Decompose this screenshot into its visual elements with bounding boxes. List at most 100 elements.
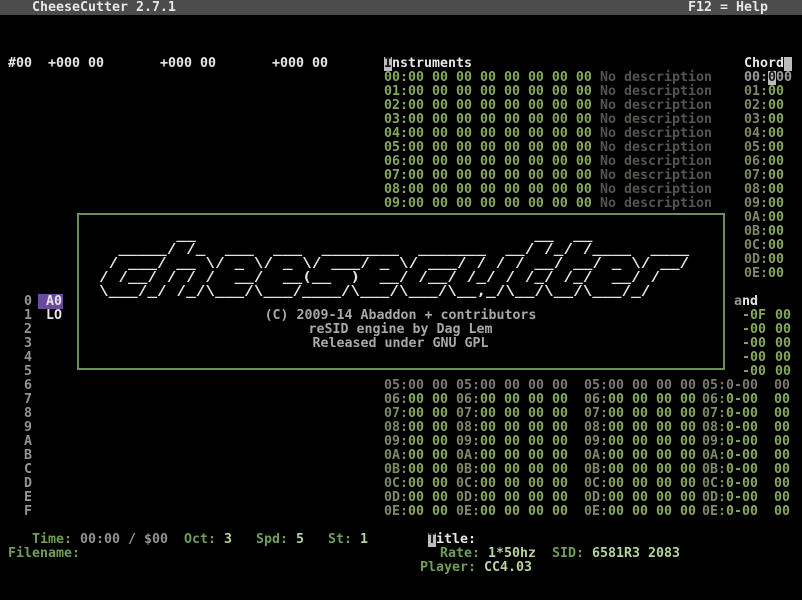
octave-value[interactable]: 3: [224, 533, 232, 547]
filtertable-row-label[interactable]: 07:: [584, 407, 608, 421]
filtertable-row-values[interactable]: 00 00 00 00: [608, 421, 696, 435]
speedtable-row-label[interactable]: 0A:: [702, 449, 726, 463]
speedtable-row-label[interactable]: 0C:: [702, 477, 726, 491]
instrument-row-desc[interactable]: No description: [600, 141, 712, 155]
chord-row-label[interactable]: 04:: [744, 127, 768, 141]
wavetable-row-label[interactable]: 08:: [384, 421, 408, 435]
wavetable-row-values[interactable]: 00 00: [408, 421, 448, 435]
speed-value[interactable]: 5: [296, 533, 304, 547]
instrument-row-label[interactable]: 02:: [384, 99, 408, 113]
instrument-row-label[interactable]: 05:: [384, 141, 408, 155]
wavetable-row-values[interactable]: 00 00: [408, 491, 448, 505]
chord-row-label[interactable]: 08:: [744, 183, 768, 197]
chord-row-value[interactable]: 00: [776, 71, 792, 85]
chord-row-label[interactable]: 01:: [744, 85, 768, 99]
pulsetable-row-label[interactable]: 09:: [456, 435, 480, 449]
speedtable-row-value2[interactable]: 00: [774, 435, 790, 449]
chord-row-value[interactable]: 00: [768, 225, 784, 239]
filtertable-row-values[interactable]: 00 00 00 00: [608, 491, 696, 505]
speedtable-row-value1[interactable]: 0-00: [726, 491, 758, 505]
filtertable-row-label[interactable]: 0C:: [584, 477, 608, 491]
pulsetable-row-values[interactable]: 00 00 00 00: [480, 393, 568, 407]
instrument-row-label[interactable]: 03:: [384, 113, 408, 127]
chord-row-label[interactable]: 00:: [744, 71, 768, 85]
chord-row-label[interactable]: 0D:: [744, 253, 768, 267]
wavetable-row-label[interactable]: 09:: [384, 435, 408, 449]
track2-header[interactable]: +000 00: [160, 57, 216, 71]
filtertable-row-values[interactable]: 00 00 00 00: [608, 435, 696, 449]
filtertable-row-values[interactable]: 00 00 00 00: [608, 463, 696, 477]
pulsetable-row-values[interactable]: 00 00 00 00: [480, 477, 568, 491]
filtertable-row-values[interactable]: 00 00 00 00: [608, 407, 696, 421]
speedtable-row-value2[interactable]: 00: [774, 463, 790, 477]
chord-row-value[interactable]: 00: [768, 183, 784, 197]
chord-row-value[interactable]: 00: [768, 155, 784, 169]
filtertable-row-label[interactable]: 0E:: [584, 505, 608, 519]
fragment-value[interactable]: 00: [775, 351, 791, 365]
pulsetable-row-label[interactable]: 05:: [456, 379, 480, 393]
instrument-row-desc[interactable]: No description: [600, 113, 712, 127]
wavetable-row-values[interactable]: 00 00: [408, 379, 448, 393]
speedtable-row-label[interactable]: 05:: [702, 379, 726, 393]
chord-row-label[interactable]: 03:: [744, 113, 768, 127]
chord-row-label[interactable]: 09:: [744, 197, 768, 211]
fragment-value[interactable]: 00: [775, 309, 791, 323]
instrument-row-values[interactable]: 00 00 00 00 00 00 00 00: [408, 99, 592, 113]
filtertable-row-label[interactable]: 0D:: [584, 491, 608, 505]
filtertable-row-label[interactable]: 09:: [584, 435, 608, 449]
fragment-value[interactable]: 00: [775, 337, 791, 351]
instrument-row-values[interactable]: 00 00 00 00 00 00 00 00: [408, 113, 592, 127]
speedtable-row-value1[interactable]: 0-00: [726, 393, 758, 407]
wavetable-row-values[interactable]: 00 00: [408, 463, 448, 477]
instrument-row-desc[interactable]: No description: [600, 197, 712, 211]
chord-row-label[interactable]: 06:: [744, 155, 768, 169]
instruments-cursor[interactable]: I: [384, 57, 392, 71]
speedtable-row-value1[interactable]: 0-00: [726, 421, 758, 435]
instrument-row-values[interactable]: 00 00 00 00 00 00 00 00: [408, 127, 592, 141]
instrument-row-values[interactable]: 00 00 00 00 00 00 00 00: [408, 183, 592, 197]
speedtable-row-value1[interactable]: 0-00: [726, 407, 758, 421]
filtertable-row-label[interactable]: 0A:: [584, 449, 608, 463]
speedtable-row-value2[interactable]: 00: [774, 505, 790, 519]
wavetable-row-values[interactable]: 00 00: [408, 407, 448, 421]
order-entry-loop[interactable]: LO: [46, 309, 62, 323]
pulsetable-row-label[interactable]: 0B:: [456, 463, 480, 477]
fragment-value[interactable]: 00: [775, 323, 791, 337]
pulsetable-row-values[interactable]: 00 00 00 00: [480, 435, 568, 449]
pulsetable-row-label[interactable]: 0A:: [456, 449, 480, 463]
fragment-transpose-value[interactable]: -00: [742, 323, 766, 337]
instrument-row-values[interactable]: 00 00 00 00 00 00 00 00: [408, 71, 592, 85]
speedtable-row-label[interactable]: 07:: [702, 407, 726, 421]
chord-row-value[interactable]: 00: [768, 127, 784, 141]
filtertable-row-values[interactable]: 00 00 00 00: [608, 505, 696, 519]
instrument-row-label[interactable]: 04:: [384, 127, 408, 141]
instrument-row-desc[interactable]: No description: [600, 183, 712, 197]
order-entry-current[interactable]: A0: [46, 295, 62, 309]
pulsetable-row-label[interactable]: 08:: [456, 421, 480, 435]
wavetable-row-label[interactable]: 06:: [384, 393, 408, 407]
chord-row-label[interactable]: 07:: [744, 169, 768, 183]
wavetable-row-label[interactable]: 0C:: [384, 477, 408, 491]
speedtable-row-label[interactable]: 0B:: [702, 463, 726, 477]
chord-row-value[interactable]: 00: [768, 211, 784, 225]
filtertable-row-values[interactable]: 00 00 00 00: [608, 449, 696, 463]
speedtable-row-value2[interactable]: 00: [774, 449, 790, 463]
pulsetable-row-label[interactable]: 0C:: [456, 477, 480, 491]
chord-row-value[interactable]: 00: [768, 169, 784, 183]
speedtable-row-value2[interactable]: 00: [774, 407, 790, 421]
speedtable-row-label[interactable]: 0E:: [702, 505, 726, 519]
pulsetable-row-values[interactable]: 00 00 00 00: [480, 505, 568, 519]
pulsetable-row-label[interactable]: 0D:: [456, 491, 480, 505]
pulsetable-row-label[interactable]: 0E:: [456, 505, 480, 519]
instrument-row-values[interactable]: 00 00 00 00 00 00 00 00: [408, 155, 592, 169]
speedtable-row-value1[interactable]: 0-00: [726, 379, 758, 393]
speedtable-row-value2[interactable]: 00: [774, 477, 790, 491]
chord-row-label[interactable]: 02:: [744, 99, 768, 113]
wavetable-row-values[interactable]: 00 00: [408, 449, 448, 463]
sid-value[interactable]: 6581R3 2083: [592, 547, 680, 561]
chord-row-label[interactable]: 0C:: [744, 239, 768, 253]
rate-value[interactable]: 1*50hz: [488, 547, 536, 561]
speedtable-row-value1[interactable]: 0-00: [726, 435, 758, 449]
wavetable-row-label[interactable]: 05:: [384, 379, 408, 393]
speedtable-row-value1[interactable]: 0-00: [726, 505, 758, 519]
